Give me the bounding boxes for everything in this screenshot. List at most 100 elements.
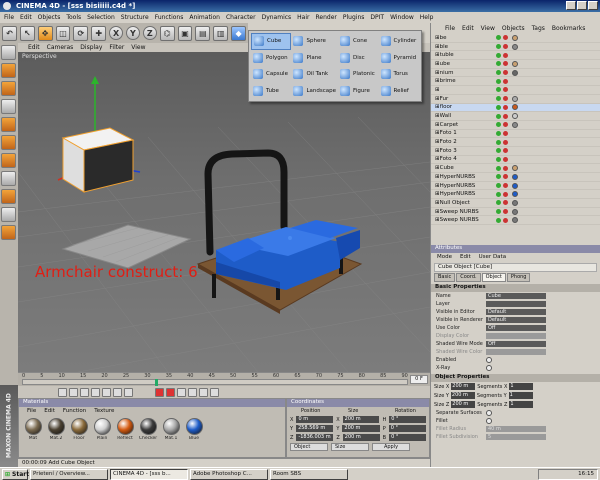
workplane-icon[interactable] <box>1 207 16 222</box>
visibility-check-icon[interactable] <box>495 156 501 162</box>
menu-render[interactable]: Render <box>316 14 337 21</box>
scale-key-icon[interactable] <box>210 387 219 397</box>
object-list-item[interactable]: ⊞ Foto 4 <box>431 156 600 165</box>
render-dot-icon[interactable] <box>502 165 508 171</box>
object-menu-edit[interactable]: Edit <box>462 25 474 32</box>
live-select-icon[interactable]: ↖ <box>19 25 35 41</box>
material-item[interactable]: Reflect <box>115 418 135 441</box>
object-list-item[interactable]: ⊞ HyperNURBS <box>431 182 600 191</box>
object-list-item[interactable]: ⊞ HyperNURBS <box>431 173 600 182</box>
attribute-value-field[interactable]: Default <box>486 308 546 316</box>
object-list-item[interactable]: ⊞ Fur <box>431 95 600 104</box>
material-tag-icon[interactable] <box>511 121 518 128</box>
render-dot-icon[interactable] <box>502 156 508 162</box>
render-dot-icon[interactable] <box>502 96 508 102</box>
attribute-value-field[interactable]: 40 m <box>486 425 546 433</box>
object-list-item[interactable]: ⊞ ube <box>431 60 600 69</box>
material-item[interactable]: Mat.2 <box>46 418 66 441</box>
taskbar-task[interactable]: Prietení / Overview... <box>30 468 108 480</box>
material-tag-icon[interactable] <box>511 60 518 67</box>
minimize-button[interactable] <box>566 1 576 10</box>
primitive-item-oil-tank[interactable]: Oil Tank <box>291 66 338 83</box>
visibility-check-icon[interactable] <box>495 130 501 136</box>
size-mode-dropdown[interactable]: Size <box>331 443 369 451</box>
attribute-value-field[interactable]: Off <box>486 340 546 348</box>
render-view-icon[interactable]: ▣ <box>177 25 193 41</box>
primitive-item-cylinder[interactable]: Cylinder <box>379 33 419 50</box>
coordinate-mode-dropdown[interactable]: Object <box>290 443 328 451</box>
render-dot-icon[interactable] <box>502 200 508 206</box>
object-list-item[interactable]: ⊞ be <box>431 34 600 43</box>
visibility-check-icon[interactable] <box>495 35 501 41</box>
primitive-item-polygon[interactable]: Polygon <box>251 50 291 67</box>
attribute-value-field[interactable] <box>486 300 546 308</box>
attribute-menu-edit[interactable]: Edit <box>460 254 471 261</box>
timeline-track[interactable] <box>22 379 408 387</box>
render-dot-icon[interactable] <box>502 35 508 41</box>
tweak-mode-icon[interactable] <box>1 171 16 186</box>
move-tool-icon[interactable]: ✥ <box>37 25 53 41</box>
attribute-menu-user-data[interactable]: User Data <box>479 254 506 261</box>
visibility-check-icon[interactable] <box>495 104 501 110</box>
position-field[interactable]: 0 m <box>296 416 334 423</box>
visibility-check-icon[interactable] <box>495 148 501 154</box>
render-dot-icon[interactable] <box>502 70 508 76</box>
render-dot-icon[interactable] <box>502 148 508 154</box>
render-dot-icon[interactable] <box>502 122 508 128</box>
material-tag-icon[interactable] <box>511 191 518 198</box>
object-list-item[interactable]: ⊞ Cube <box>431 164 600 173</box>
attribute-checkbox[interactable] <box>486 365 492 371</box>
attribute-value-field[interactable]: Default <box>486 316 546 324</box>
primitive-item-cube[interactable]: Cube <box>251 33 292 50</box>
visibility-check-icon[interactable] <box>495 165 501 171</box>
material-tag-icon[interactable] <box>511 69 518 76</box>
primitive-item-disc[interactable]: Disc <box>338 50 378 67</box>
timeline[interactable]: 0 5 10 15 20 25 30 35 40 45 50 55 60 65 70 75 80 85 90 0 F <box>18 372 430 387</box>
visibility-check-icon[interactable] <box>495 44 501 50</box>
attribute-value-field[interactable] <box>486 332 546 340</box>
attribute-tab-coord[interactable]: Coord. <box>456 273 481 282</box>
object-list-item[interactable]: ⊞ Sweep NURBS <box>431 208 600 217</box>
material-tag-icon[interactable] <box>511 173 518 180</box>
taskbar-task[interactable]: CINEMA 4D - [sss b... <box>110 468 188 480</box>
attribute-tab-basic[interactable]: Basic <box>434 273 456 282</box>
taskbar-task[interactable]: Room SBS <box>270 468 348 480</box>
expand-icon[interactable]: ⊞ <box>435 87 440 93</box>
material-tag-icon[interactable] <box>511 208 518 215</box>
size-value-field[interactable]: 200 m <box>451 401 476 408</box>
primitive-item-relief[interactable]: Relief <box>379 83 419 100</box>
rotation-field[interactable]: 0 ° <box>389 416 426 423</box>
menu-hair[interactable]: Hair <box>297 14 309 21</box>
primitive-item-figure[interactable]: Figure <box>338 83 378 100</box>
material-menu-function[interactable]: Function <box>63 408 86 415</box>
object-menu-tags[interactable]: Tags <box>532 25 545 32</box>
menu-help[interactable]: Help <box>420 14 434 21</box>
render-dot-icon[interactable] <box>502 52 508 58</box>
close-button[interactable] <box>588 1 598 10</box>
viewport-menu-filter[interactable]: Filter <box>109 44 124 51</box>
render-picture-viewer-icon[interactable]: ▤ <box>195 25 211 41</box>
play-icon[interactable] <box>91 387 100 397</box>
scale-tool-icon[interactable]: ◫ <box>55 25 71 41</box>
render-dot-icon[interactable] <box>502 174 508 180</box>
object-list-item[interactable]: ⊞ ble <box>431 43 600 52</box>
menu-character[interactable]: Character <box>226 14 256 21</box>
object-list-item[interactable]: ⊞ <box>431 86 600 95</box>
attribute-checkbox[interactable] <box>486 410 492 416</box>
menu-structure[interactable]: Structure <box>121 14 149 21</box>
object-list-item[interactable]: ⊞ tuble <box>431 51 600 61</box>
material-item[interactable]: Blue <box>184 418 204 441</box>
size-field[interactable]: 200 m <box>342 425 380 432</box>
material-item[interactable]: Floor <box>69 418 89 441</box>
material-tag-icon[interactable] <box>511 104 518 111</box>
material-tag-icon[interactable] <box>511 43 518 50</box>
render-dot-icon[interactable] <box>502 87 508 93</box>
render-dot-icon[interactable] <box>502 209 508 215</box>
material-tag-icon[interactable] <box>511 217 518 224</box>
viewport-menu-edit[interactable]: Edit <box>28 44 40 51</box>
start-button[interactable]: ⊞ Start <box>2 468 29 480</box>
next-key-icon[interactable] <box>113 387 122 397</box>
render-dot-icon[interactable] <box>502 113 508 119</box>
primitive-item-capsule[interactable]: Capsule <box>251 66 291 83</box>
animation-mode-icon[interactable] <box>1 225 16 240</box>
